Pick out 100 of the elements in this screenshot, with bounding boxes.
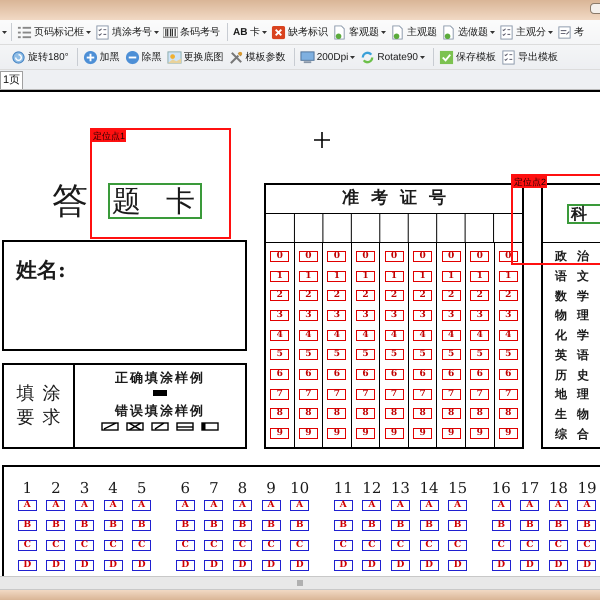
subject-option: 政治 [555,249,600,263]
digit-bubble: 2 [327,290,346,302]
toolbar-button[interactable]: 页码标记框 [16,24,92,40]
digit-bubble: 6 [470,368,490,380]
option-bubble: C [46,540,66,551]
option-bubble: A [204,500,224,511]
digit-bubble: 8 [498,408,518,420]
digit-bubble: 5 [384,349,404,360]
option-bubble: A [290,500,310,511]
checklist-icon [95,24,110,40]
option-bubble: D [232,560,252,571]
digit-bubble: 2 [413,290,432,302]
option-bubble: A [232,500,252,511]
image-icon [166,50,182,64]
rotate-icon [11,50,26,64]
digit-bubble: 8 [470,408,490,420]
option-bubble: B [390,520,410,531]
digit-bubble: 2 [442,290,461,302]
digit-bubble: 9 [442,428,461,439]
option-bubble: B [334,520,353,531]
digit-bubble: 6 [270,368,290,380]
toolbar-button[interactable]: 旋转180° [10,50,70,64]
toolbar-button[interactable]: 客观题 [331,24,388,40]
option-bubble: C [290,540,310,551]
question-number: 10 [290,479,310,499]
digit-bubble: 0 [298,251,318,262]
question-number: 14 [419,479,439,499]
option-bubble: A [577,500,596,511]
option-bubble: A [548,500,568,511]
subject-option: 英语 [555,348,600,362]
option-bubble: A [362,500,382,511]
toolbar-button[interactable]: 填涂考号 [94,24,160,40]
digit-bubble: 8 [356,408,375,420]
toolbar-button[interactable]: 更换底图 [166,50,225,64]
option-bubble: B [362,520,382,531]
digit-bubble: 7 [270,388,290,400]
toolbar-button[interactable]: 导出模板 [500,50,559,64]
digit-bubble: 7 [442,388,461,400]
plus-icon [82,50,98,64]
toolbar-button[interactable]: 主观分 [498,24,554,40]
digit-bubble: 2 [470,290,490,302]
subject-option: 数学 [555,288,600,303]
digit-bubble: 9 [298,428,318,439]
option-bubble: D [520,560,540,571]
toolbar-button[interactable]: 保存模板 [438,50,497,64]
digit-bubble: 6 [356,368,375,380]
digit-bubble: 6 [298,368,318,380]
page-tab[interactable]: 1页 [0,71,24,89]
horizontal-scrollbar[interactable] [0,576,600,590]
option-bubble: D [204,560,224,571]
option-bubble: D [492,560,511,571]
option-bubble: B [548,520,568,531]
digit-bubble: 4 [384,330,404,341]
digit-bubble: 2 [270,290,290,302]
option-bubble: B [520,520,540,531]
option-bubble: C [390,540,410,551]
option-bubble: C [492,540,511,551]
option-bubble: D [132,560,152,571]
digit-bubble: 0 [470,251,490,262]
document-icon [441,24,456,40]
digit-bubble: 1 [413,270,432,282]
toolbar-button[interactable]: 除黑 [124,50,163,64]
option-bubble: A [492,500,511,511]
list-icon [17,24,32,40]
question-number: 12 [362,479,382,499]
subject-option: 生物 [555,407,600,422]
toolbar-button[interactable]: AB 卡 [232,24,268,40]
toolbar-button[interactable]: 条码考号 [162,24,221,40]
toolbar-button[interactable]: 选做题 [440,24,496,40]
digit-bubble: 1 [270,270,290,282]
toolbar-button[interactable]: 200Dpi [298,50,356,64]
toolbar-button[interactable]: 模板参数 [228,50,287,64]
window-button[interactable] [590,3,600,14]
option-bubble: D [104,560,123,571]
digit-bubble: 3 [270,310,290,321]
digit-bubble: 6 [327,368,346,380]
digit-bubble: 4 [442,330,461,341]
minus-icon [124,50,140,64]
digit-bubble: 0 [413,251,432,262]
panel-title: 准考证号 [266,185,522,214]
question-number: 2 [51,479,61,499]
subject-option: 地理 [555,387,600,402]
question-number: 5 [136,479,146,499]
document-icon [332,24,348,40]
option-bubble: B [74,520,94,531]
option-bubble: B [420,520,439,531]
option-bubble: B [492,520,511,531]
digit-bubble: 1 [470,270,490,282]
question-number: 9 [266,479,276,499]
question-number: 17 [520,479,540,499]
toolbar-button[interactable]: 加黑 [82,50,121,64]
option-bubble: A [132,500,152,511]
title-region: 题 卡 [108,183,202,219]
toolbar-button[interactable]: 主观题 [389,24,438,40]
option-bubble: B [132,520,152,531]
toolbar-button[interactable]: Rotate90 [359,50,426,64]
digit-bubble: 0 [384,251,404,262]
option-bubble: B [204,520,224,531]
toolbar-button[interactable]: 考 [556,24,586,40]
toolbar-button[interactable]: 缺考标识 [270,24,330,40]
